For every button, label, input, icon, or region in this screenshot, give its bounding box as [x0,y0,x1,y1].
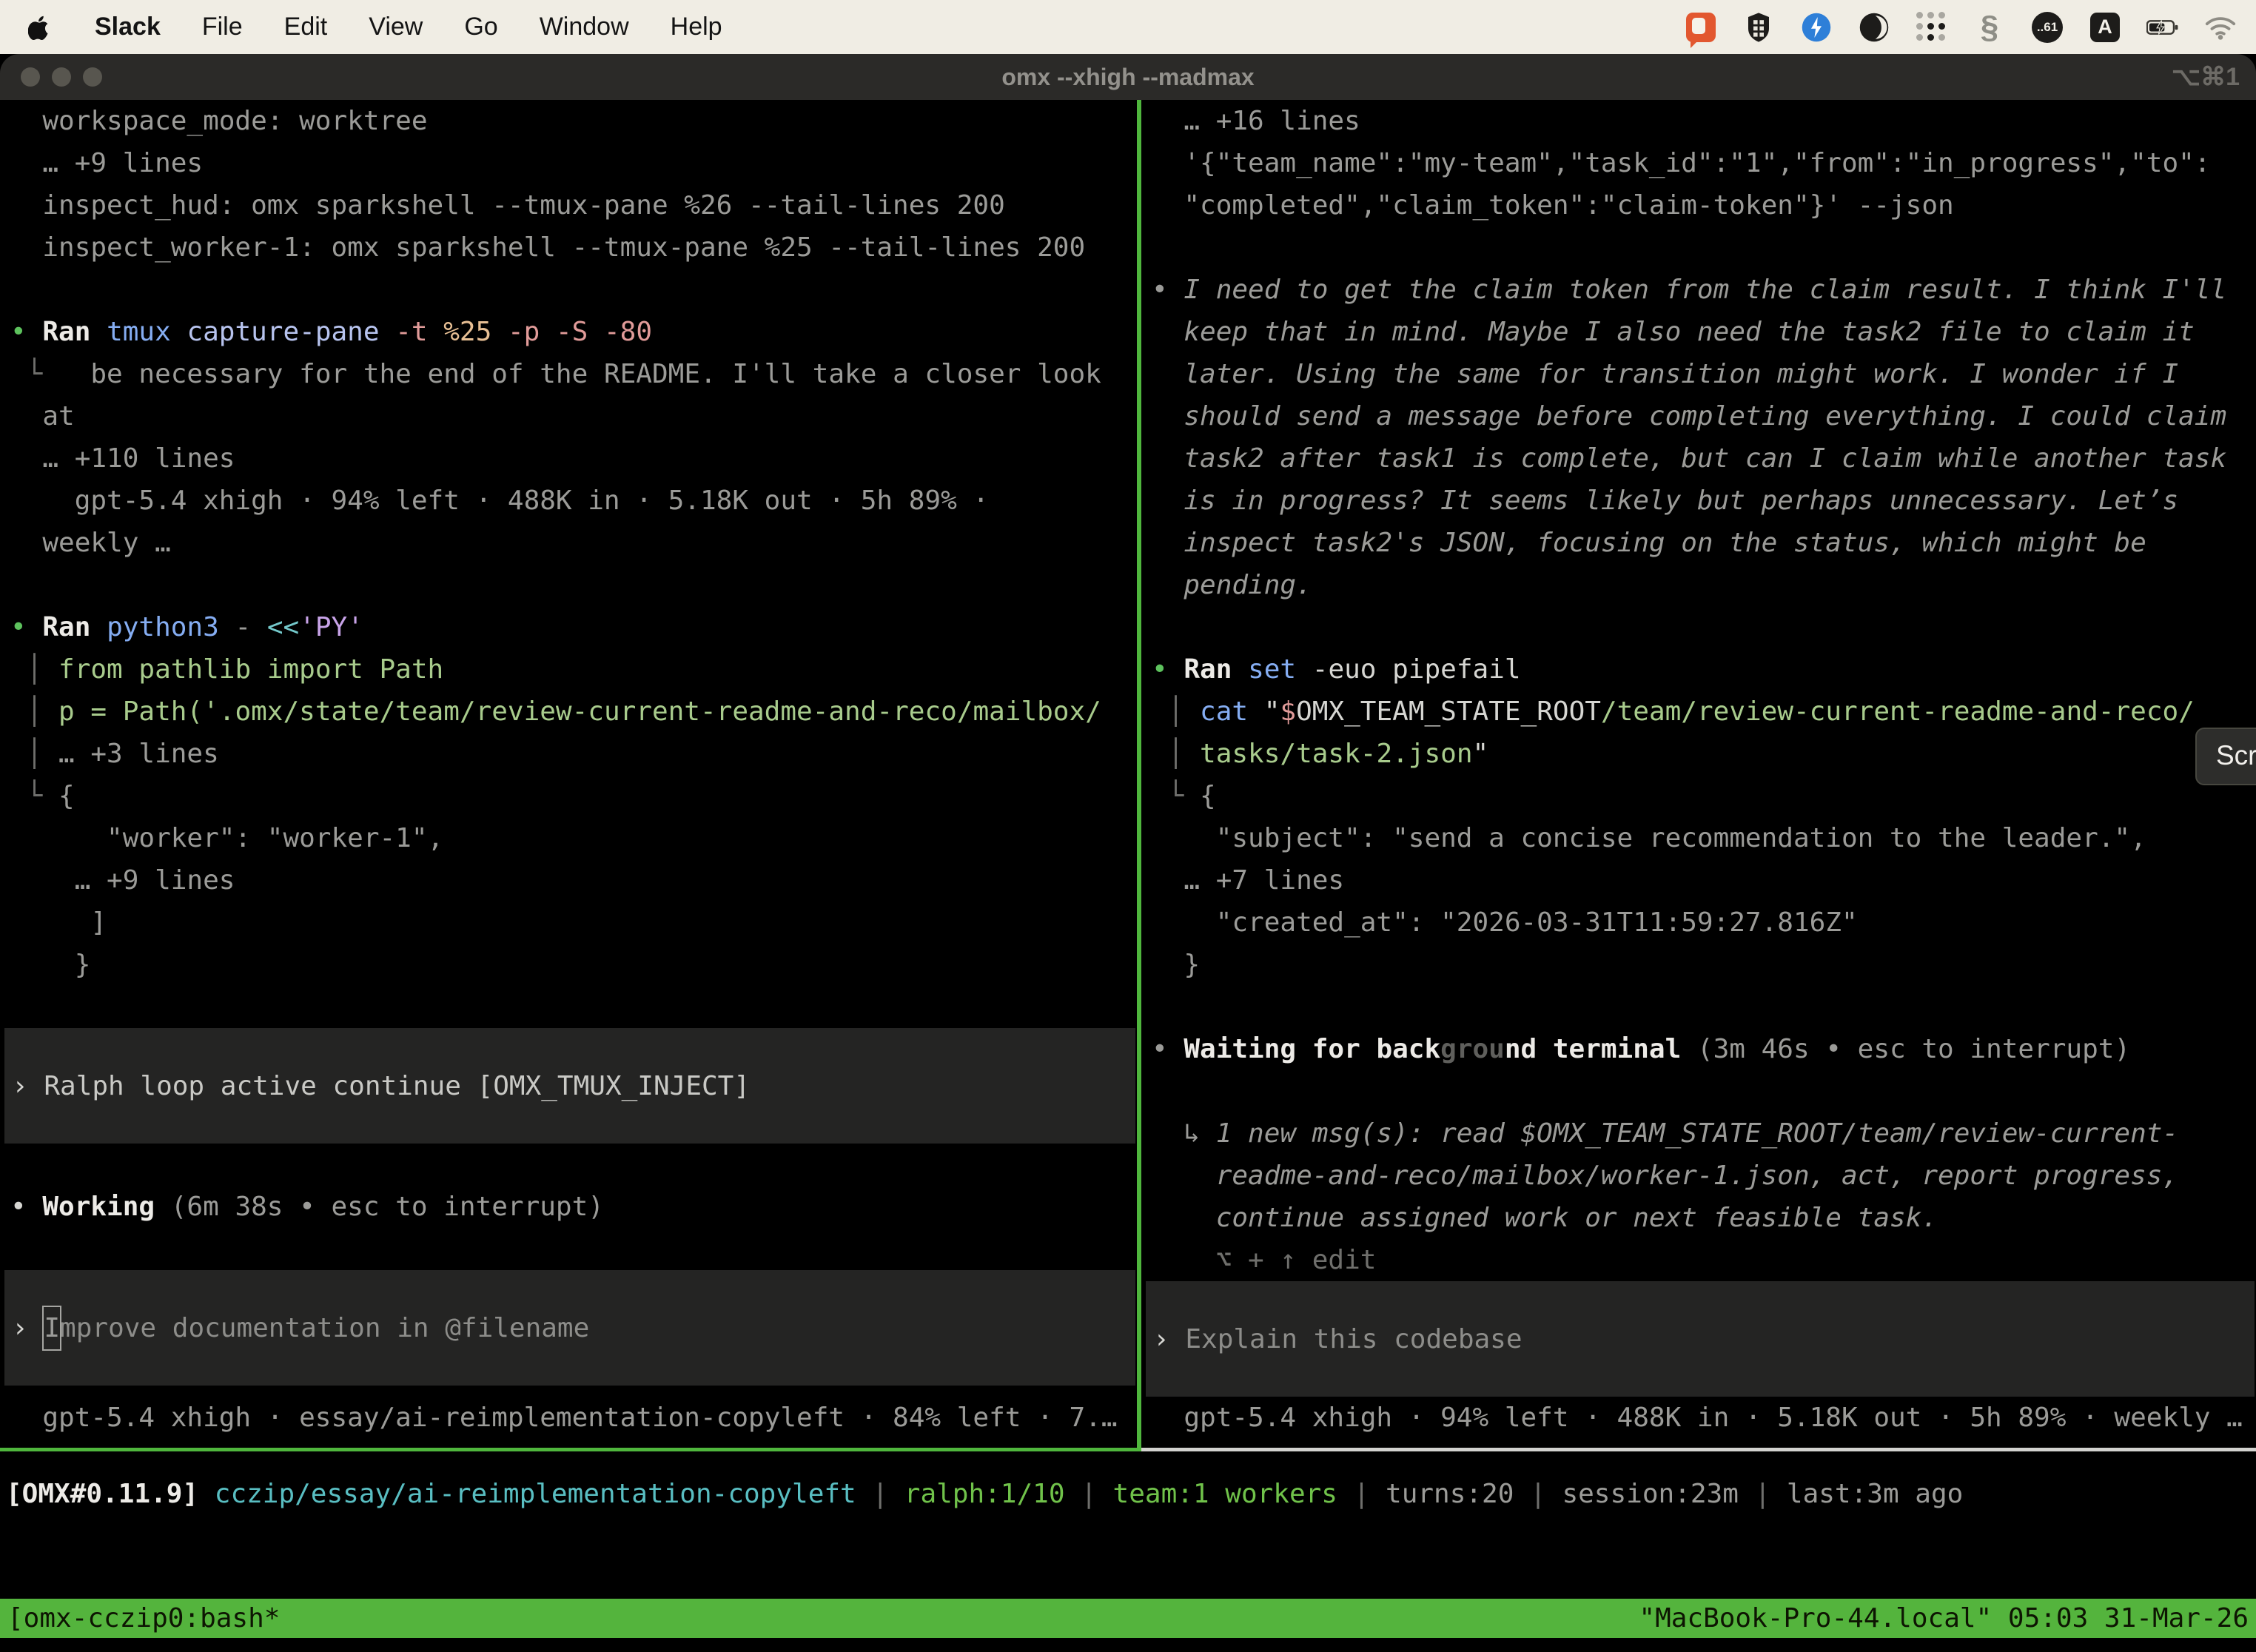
wifi-icon[interactable] [2204,11,2237,44]
terminal-row: … +110 lines [0,437,1137,480]
terminal-row: │ from pathlib import Path [0,648,1137,691]
terminal-blank-row [1141,226,2256,269]
terminal-row: └ { [1141,775,2256,817]
percent-61-badge-icon[interactable]: ..61 [2031,11,2064,44]
prompt-input-box[interactable]: › Improve documentation in @filename [4,1270,1135,1386]
terminal-window: omx --xhigh --madmax ⌥⌘1 workspace_mode:… [0,54,2256,1652]
terminal-row: later. Using the same for transition mig… [1141,353,2256,395]
terminal-row: is in progress? It seems likely but perh… [1141,480,2256,522]
screenshot-chat-icon[interactable] [1685,11,1717,44]
terminal-blank-row [0,564,1137,606]
terminal-row: '{"team_name":"my-team","task_id":"1","f… [1141,142,2256,184]
terminal-row: • I need to get the claim token from the… [1141,269,2256,311]
window-titlebar[interactable]: omx --xhigh --madmax ⌥⌘1 [0,54,2256,100]
terminal-row: │ cat "$OMX_TEAM_STATE_ROOT/team/review-… [1141,691,2256,733]
squiggle-icon[interactable]: § [1973,11,2006,44]
menu-edit[interactable]: Edit [284,13,328,41]
prompt-input-box[interactable]: › Explain this codebase [1146,1281,2255,1397]
pane-divider[interactable] [1137,100,1141,1451]
screen: Slack File Edit View Go Window Help § ..6… [0,0,2256,1652]
terminal-pane-right[interactable]: … +16 lines '{"team_name":"my-team","tas… [1141,100,2256,1448]
pane-model-status-row: gpt-5.4 xhigh · 94% left · 488K in · 5.1… [1141,1397,2256,1439]
terminal-row: • Working (6m 38s • esc to interrupt) [0,1186,1137,1228]
pane-model-status-row: gpt-5.4 xhigh · essay/ai-reimplementatio… [0,1397,1137,1439]
terminal-row: continue assigned work or next feasible … [1141,1197,2256,1239]
menubar-app-name[interactable]: Slack [95,13,161,41]
tmux-session-label: [omx-cczip0:bash* [7,1599,280,1638]
terminal-row: "completed","claim_token":"claim-token"}… [1141,184,2256,226]
moon-crescent-icon[interactable] [1858,11,1890,44]
battery-charging-icon[interactable] [2146,11,2179,44]
terminal-blank-row [1141,1070,2256,1112]
screen-edge-tooltip: Scre [2195,728,2256,785]
terminal-row: ⌥ + ↑ edit [1141,1239,2256,1281]
terminal-blank-row [1141,986,2256,1028]
terminal-row: … +7 lines [1141,859,2256,901]
terminal-row: │ … +3 lines [0,733,1137,775]
terminal-blank-row [0,986,1137,1028]
terminal-row: │ p = Path('.omx/state/team/review-curre… [0,691,1137,733]
terminal-row: └ be necessary for the end of the README… [0,353,1137,395]
terminal-row: pending. [1141,564,2256,606]
a-square-icon[interactable]: A [2089,11,2121,44]
shield-grid-icon[interactable] [1742,11,1775,44]
tmux-panes: workspace_mode: worktree … +9 lines insp… [0,100,2256,1448]
terminal-row: • Ran python3 - <<'PY' [0,606,1137,648]
pane-border-bottom-right [1141,1448,2256,1451]
terminal-row: inspect task2's JSON, focusing on the st… [1141,522,2256,564]
terminal-row: workspace_mode: worktree [0,100,1137,142]
terminal-row: ↳ 1 new msg(s): read $OMX_TEAM_STATE_ROO… [1141,1112,2256,1155]
terminal-row: gpt-5.4 xhigh · 94% left · 488K in · 5.1… [0,480,1137,522]
terminal-blank-row [0,1144,1137,1186]
terminal-row: task2 after task1 is complete, but can I… [1141,437,2256,480]
terminal-row: • Ran set -euo pipefail [1141,648,2256,691]
terminal-row: • Waiting for background terminal (3m 46… [1141,1028,2256,1070]
terminal-blank-row [0,1228,1137,1270]
terminal-row: • Ran tmux capture-pane -t %25 -p -S -80 [0,311,1137,353]
menubar: Slack File Edit View Go Window Help § ..6… [0,0,2256,54]
terminal-row: should send a message before completing … [1141,395,2256,437]
blue-lightning-icon[interactable] [1800,11,1833,44]
terminal-blank-row [1141,606,2256,648]
terminal-row: … +9 lines [0,142,1137,184]
omx-session-status-line: [OMX#0.11.9] cczip/essay/ai-reimplementa… [6,1473,1963,1515]
terminal-row: … +9 lines [0,859,1137,901]
tmux-host-clock: "MacBook-Pro-44.local" 05:03 31-Mar-26 [1639,1599,2249,1638]
menubar-status-icons: § ..61 A [1685,11,2256,44]
pane-border-bottom-left [0,1448,1137,1451]
apple-menu-icon[interactable] [28,13,53,42]
menu-go[interactable]: Go [464,13,497,41]
menu-file[interactable]: File [202,13,243,41]
terminal-row: keep that in mind. Maybe I also need the… [1141,311,2256,353]
dots-grid-icon[interactable] [1916,11,1948,44]
terminal-pane-left[interactable]: workspace_mode: worktree … +9 lines insp… [0,100,1137,1448]
menu-window[interactable]: Window [540,13,629,41]
terminal-row: "subject": "send a concise recommendatio… [1141,817,2256,859]
terminal-row: └ { [0,775,1137,817]
terminal-row: readme-and-reco/mailbox/worker-1.json, a… [1141,1155,2256,1197]
menu-view[interactable]: View [369,13,423,41]
menu-help[interactable]: Help [671,13,722,41]
terminal-row: │ tasks/task-2.json" [1141,733,2256,775]
terminal-row: "worker": "worker-1", [0,817,1137,859]
tmux-status-bar: [omx-cczip0:bash* "MacBook-Pro-44.local"… [0,1599,2256,1638]
injected-command-box: › Ralph loop active continue [OMX_TMUX_I… [4,1028,1135,1144]
terminal-row: ] [0,901,1137,944]
window-shortcut-badge: ⌥⌘1 [2172,54,2240,100]
terminal-row: inspect_worker-1: omx sparkshell --tmux-… [0,226,1137,269]
terminal-row: inspect_hud: omx sparkshell --tmux-pane … [0,184,1137,226]
terminal-row: "created_at": "2026-03-31T11:59:27.816Z" [1141,901,2256,944]
terminal-row: … +16 lines [1141,100,2256,142]
terminal-blank-row [0,269,1137,311]
terminal-row: weekly … [0,522,1137,564]
terminal-row: at [0,395,1137,437]
terminal-row: } [1141,944,2256,986]
terminal-row: } [0,944,1137,986]
window-title: omx --xhigh --madmax [0,54,2256,100]
